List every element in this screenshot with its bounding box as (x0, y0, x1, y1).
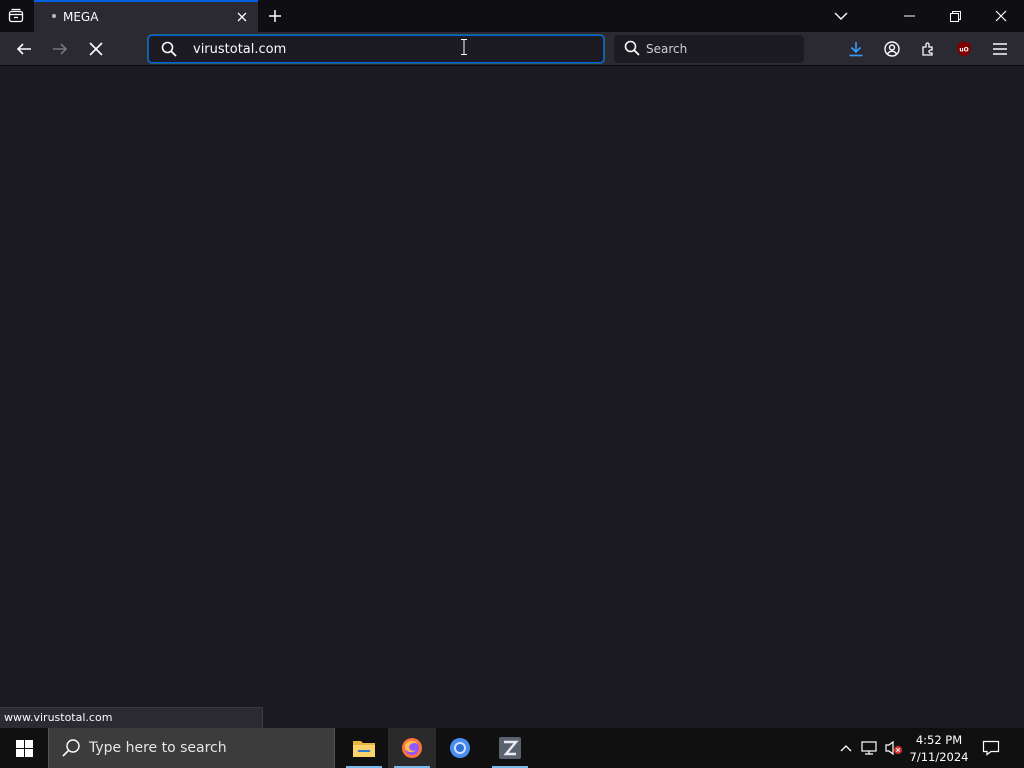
system-clock[interactable]: 4:52 PM 7/11/2024 (904, 732, 974, 766)
firefox-icon[interactable] (388, 728, 436, 768)
svg-text:uO: uO (959, 47, 968, 54)
taskbar-search-placeholder: Type here to search (89, 740, 227, 756)
windows-start-icon[interactable] (0, 728, 48, 768)
page-content (0, 66, 1024, 728)
action-center-icon[interactable] (980, 737, 1002, 759)
chevron-up-icon[interactable] (836, 738, 856, 758)
browser-tab[interactable]: MEGA (34, 0, 258, 32)
extensions-icon[interactable] (916, 37, 940, 61)
chevron-down-icon[interactable] (818, 0, 864, 32)
taskbar-search-box[interactable]: Type here to search (48, 728, 335, 768)
account-icon[interactable] (880, 37, 904, 61)
back-arrow-icon[interactable] (12, 37, 36, 61)
search-placeholder: Search (646, 42, 688, 56)
stop-icon[interactable] (84, 37, 108, 61)
download-icon[interactable] (844, 37, 868, 61)
close-icon[interactable] (978, 0, 1024, 32)
volume-muted-icon[interactable] (884, 738, 904, 758)
clock-time: 4:52 PM (915, 733, 963, 747)
windows-taskbar: Type here to search 4:52 PM 7/11/2024 (0, 728, 1024, 768)
search-icon (161, 41, 177, 61)
clock-date: 7/11/2024 (909, 750, 969, 764)
chrome-icon[interactable] (436, 728, 484, 768)
hamburger-menu-icon[interactable] (988, 37, 1012, 61)
url-bar[interactable] (148, 35, 604, 63)
zorin-z-icon[interactable] (486, 728, 534, 768)
minimize-icon[interactable] (886, 0, 932, 32)
navigation-toolbar: Search uO (0, 32, 1024, 66)
plus-icon[interactable] (264, 5, 286, 27)
tab-strip: MEGA (0, 0, 1024, 32)
tab-list-icon[interactable] (4, 4, 28, 28)
status-url-panel: www.virustotal.com (0, 707, 263, 728)
text-cursor-icon (461, 39, 467, 55)
search-icon (624, 40, 640, 60)
tab-title: MEGA (63, 10, 99, 24)
network-icon[interactable] (860, 738, 880, 758)
search-icon (61, 738, 81, 762)
restore-icon[interactable] (932, 0, 978, 32)
file-explorer-icon[interactable] (340, 728, 388, 768)
ublock-origin-icon[interactable]: uO (952, 37, 976, 61)
search-bar[interactable]: Search (614, 35, 804, 63)
forward-arrow-icon[interactable] (48, 37, 72, 61)
loading-dot-icon (52, 14, 56, 18)
close-icon[interactable] (234, 9, 250, 25)
url-input[interactable] (193, 40, 573, 58)
